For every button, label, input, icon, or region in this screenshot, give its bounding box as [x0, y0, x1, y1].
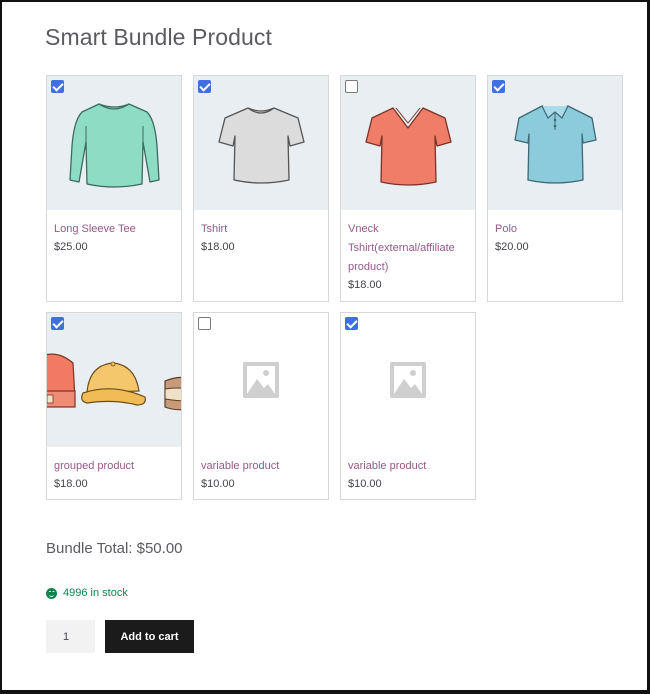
product-price: $18.00 [201, 241, 235, 253]
product-name[interactable]: grouped product [54, 457, 174, 476]
product-price: $18.00 [348, 279, 382, 291]
product-checkbox[interactable] [198, 317, 211, 330]
product-checkbox[interactable] [345, 80, 358, 93]
placeholder-image-icon[interactable] [341, 313, 475, 447]
long-sleeve-tee-image[interactable] [47, 76, 181, 210]
product-card-tshirt: Tshirt $18.00 [193, 75, 329, 302]
product-checkbox[interactable] [51, 80, 64, 93]
hats-image[interactable] [47, 313, 181, 447]
placeholder-image-icon[interactable] [194, 313, 328, 447]
product-name[interactable]: Vneck Tshirt(external/affiliate product) [348, 220, 468, 277]
product-name[interactable]: Polo [495, 220, 615, 239]
product-name[interactable]: Tshirt [201, 220, 321, 239]
page-title: Smart Bundle Product [45, 24, 273, 50]
product-price: $10.00 [348, 478, 382, 490]
product-card-vneck-tshirt: Vneck Tshirt(external/affiliate product)… [340, 75, 476, 302]
product-card-variable-product: variable product $10.00 [193, 312, 329, 500]
bundle-total: Bundle Total: $50.00 [46, 540, 183, 557]
stock-text: 4996 in stock [63, 587, 128, 599]
product-name[interactable]: variable product [348, 457, 468, 476]
product-card-long-sleeve-tee: Long Sleeve Tee $25.00 [46, 75, 182, 302]
product-checkbox[interactable] [51, 317, 64, 330]
product-card-grouped-product: grouped product $18.00 [46, 312, 182, 500]
tshirt-image[interactable] [194, 76, 328, 210]
quantity-input[interactable] [46, 620, 95, 653]
product-name[interactable]: variable product [201, 457, 321, 476]
product-checkbox[interactable] [492, 80, 505, 93]
product-name[interactable]: Long Sleeve Tee [54, 220, 174, 239]
vneck-tshirt-image[interactable] [341, 76, 475, 210]
stock-status: 4996 in stock [46, 587, 128, 599]
product-card-variable-product-2: variable product $10.00 [340, 312, 476, 500]
product-price: $25.00 [54, 241, 88, 253]
polo-image[interactable] [488, 76, 622, 210]
product-checkbox[interactable] [198, 80, 211, 93]
product-card-polo: Polo $20.00 [487, 75, 623, 302]
add-to-cart-button[interactable]: Add to cart [105, 620, 194, 653]
smiley-icon [46, 587, 57, 599]
product-price: $20.00 [495, 241, 529, 253]
product-price: $18.00 [54, 478, 88, 490]
product-price: $10.00 [201, 478, 235, 490]
product-checkbox[interactable] [345, 317, 358, 330]
page-frame: Smart Bundle Product Long Sleeve Tee $25… [0, 0, 650, 694]
